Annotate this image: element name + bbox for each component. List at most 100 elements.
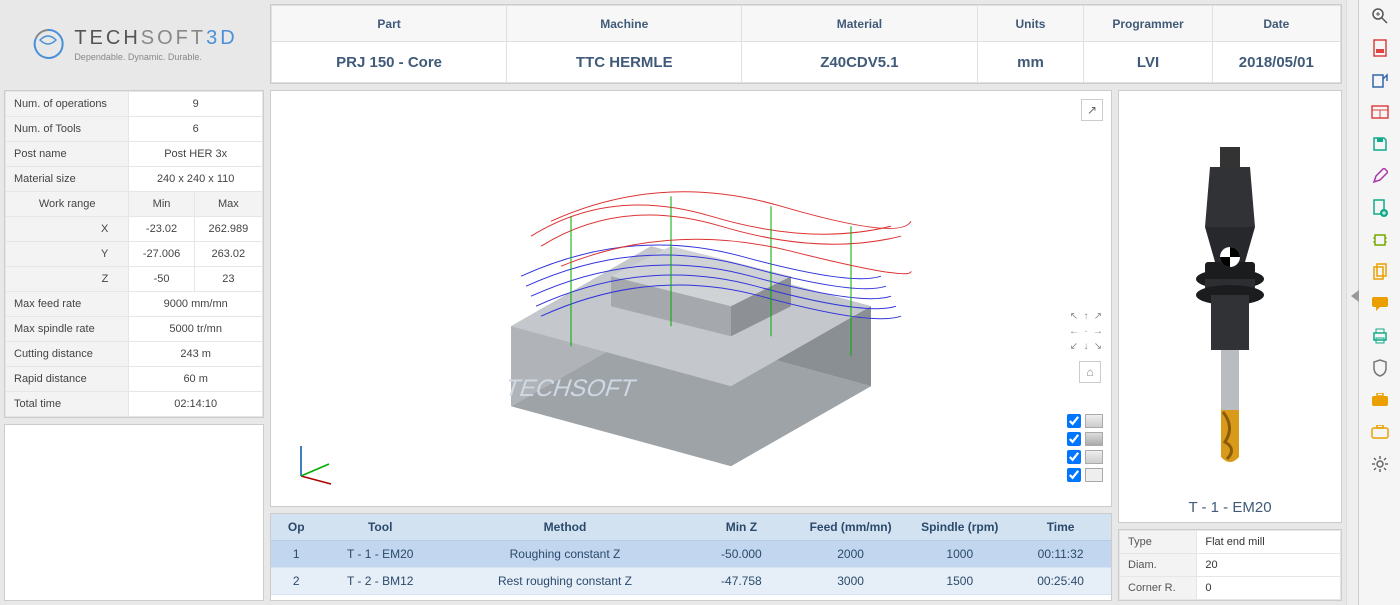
post-name-value: Post HER 3x xyxy=(129,142,263,167)
num-tools-label: Num. of Tools xyxy=(6,117,129,142)
main-scrollbar[interactable] xyxy=(1346,0,1358,605)
axis-gizmo-icon xyxy=(291,436,341,486)
tool-preview[interactable]: T - 1 - EM20 xyxy=(1118,90,1342,523)
popout-button[interactable]: ↗ xyxy=(1081,99,1103,121)
ops-col-op[interactable]: Op xyxy=(271,514,321,541)
layer-4-icon xyxy=(1085,468,1103,482)
x-min: -23.02 xyxy=(129,217,194,242)
print-icon[interactable] xyxy=(1370,326,1390,346)
ops-col-time[interactable]: Time xyxy=(1010,514,1111,541)
max-spindle-value: 5000 tr/mn xyxy=(129,317,263,342)
pen-icon[interactable] xyxy=(1370,166,1390,186)
logo-brand: TECHSOFT3D xyxy=(74,27,237,50)
x-axis-label: X xyxy=(6,217,129,242)
logo-tagline: Dependable. Dynamic. Durable. xyxy=(74,52,237,62)
total-time-label: Total time xyxy=(6,392,129,417)
operations-table[interactable]: Op Tool Method Min Z Feed (mm/mn) Spindl… xyxy=(270,513,1112,601)
header-table: Part Machine Material Units Programmer D… xyxy=(270,4,1342,84)
ops-col-method[interactable]: Method xyxy=(439,514,691,541)
max-feed-label: Max feed rate xyxy=(6,292,129,317)
material-size-value: 240 x 240 x 110 xyxy=(129,167,263,192)
z-max: 23 xyxy=(194,267,262,292)
tool-corner-label: Corner R. xyxy=(1120,577,1197,600)
z-min: -50 xyxy=(129,267,194,292)
layer-3-checkbox[interactable] xyxy=(1067,450,1081,464)
header-programmer-label: Programmer xyxy=(1084,6,1212,42)
max-label: Max xyxy=(194,192,262,217)
expand-toolbar-button[interactable] xyxy=(1351,290,1359,302)
y-max: 263.02 xyxy=(194,242,262,267)
logo: TECHSOFT3D Dependable. Dynamic. Durable. xyxy=(4,4,264,84)
shield-icon[interactable] xyxy=(1370,358,1390,378)
layer-4-checkbox[interactable] xyxy=(1067,468,1081,482)
tool-corner-value: 0 xyxy=(1197,577,1341,600)
header-machine-value: TTC HERMLE xyxy=(507,42,742,83)
ops-col-spindle[interactable]: Spindle (rpm) xyxy=(909,514,1010,541)
layer-toggles xyxy=(1067,414,1103,482)
post-name-label: Post name xyxy=(6,142,129,167)
layer-1-icon xyxy=(1085,414,1103,428)
header-units-value: mm xyxy=(977,42,1084,83)
briefcase-icon[interactable] xyxy=(1370,390,1390,410)
num-ops-value: 9 xyxy=(129,92,263,117)
total-time-value: 02:14:10 xyxy=(129,392,263,417)
svg-text:TECHSOFT: TECHSOFT xyxy=(501,375,639,401)
briefcase2-icon[interactable] xyxy=(1370,422,1390,442)
max-feed-value: 9000 mm/mn xyxy=(129,292,263,317)
add-page-icon[interactable] xyxy=(1370,198,1390,218)
ops-col-tool[interactable]: Tool xyxy=(321,514,439,541)
header-part-label: Part xyxy=(272,6,507,42)
tool-properties: TypeFlat end mill Diam.20 Corner R.0 xyxy=(1118,529,1342,601)
view-orbit-pad[interactable]: ↖↑↗ ←·→ ↙↓↘ xyxy=(1069,311,1103,352)
page-icon[interactable] xyxy=(1370,38,1390,58)
x-max: 262.989 xyxy=(194,217,262,242)
gear-icon[interactable] xyxy=(1370,454,1390,474)
layer-1-checkbox[interactable] xyxy=(1067,414,1081,428)
layer-3-icon xyxy=(1085,450,1103,464)
header-programmer-value: LVI xyxy=(1084,42,1212,83)
cutting-dist-label: Cutting distance xyxy=(6,342,129,367)
header-material-label: Material xyxy=(742,6,977,42)
z-axis-label: Z xyxy=(6,267,129,292)
right-toolbar xyxy=(1358,0,1400,605)
logo-icon xyxy=(30,26,66,62)
home-view-button[interactable]: ⌂ xyxy=(1079,361,1101,383)
ops-col-feed[interactable]: Feed (mm/mn) xyxy=(792,514,910,541)
info-table: Num. of operations9 Num. of Tools6 Post … xyxy=(4,90,264,418)
tool-holder-icon xyxy=(1175,137,1285,477)
3d-viewport[interactable]: TECHSOFT xyxy=(270,90,1112,507)
save-icon[interactable] xyxy=(1370,134,1390,154)
num-tools-value: 6 xyxy=(129,117,263,142)
tool-type-label: Type xyxy=(1120,531,1197,554)
cutting-dist-value: 243 m xyxy=(129,342,263,367)
tool-type-value: Flat end mill xyxy=(1197,531,1341,554)
part-model: TECHSOFT xyxy=(411,126,971,486)
max-spindle-label: Max spindle rate xyxy=(6,317,129,342)
header-date-value: 2018/05/01 xyxy=(1212,42,1340,83)
y-axis-label: Y xyxy=(6,242,129,267)
blank-panel xyxy=(4,424,264,601)
comment-icon[interactable] xyxy=(1370,294,1390,314)
table-row[interactable]: 2 T - 2 - BM12 Rest roughing constant Z … xyxy=(271,568,1111,595)
layer-2-icon xyxy=(1085,432,1103,446)
rapid-dist-label: Rapid distance xyxy=(6,367,129,392)
zoom-in-icon[interactable] xyxy=(1370,6,1390,26)
rapid-dist-value: 60 m xyxy=(129,367,263,392)
num-ops-label: Num. of operations xyxy=(6,92,129,117)
ops-col-minz[interactable]: Min Z xyxy=(691,514,792,541)
material-size-label: Material size xyxy=(6,167,129,192)
export-icon[interactable] xyxy=(1370,70,1390,90)
min-label: Min xyxy=(129,192,194,217)
chip-icon[interactable] xyxy=(1370,230,1390,250)
tool-name: T - 1 - EM20 xyxy=(1119,499,1341,516)
copy-icon[interactable] xyxy=(1370,262,1390,282)
tool-diam-value: 20 xyxy=(1197,554,1341,577)
header-material-value: Z40CDV5.1 xyxy=(742,42,977,83)
header-date-label: Date xyxy=(1212,6,1340,42)
layout-icon[interactable] xyxy=(1370,102,1390,122)
table-row[interactable]: 1 T - 1 - EM20 Roughing constant Z -50.0… xyxy=(271,541,1111,568)
header-machine-label: Machine xyxy=(507,6,742,42)
layer-2-checkbox[interactable] xyxy=(1067,432,1081,446)
y-min: -27.006 xyxy=(129,242,194,267)
work-range-label: Work range xyxy=(6,192,129,217)
